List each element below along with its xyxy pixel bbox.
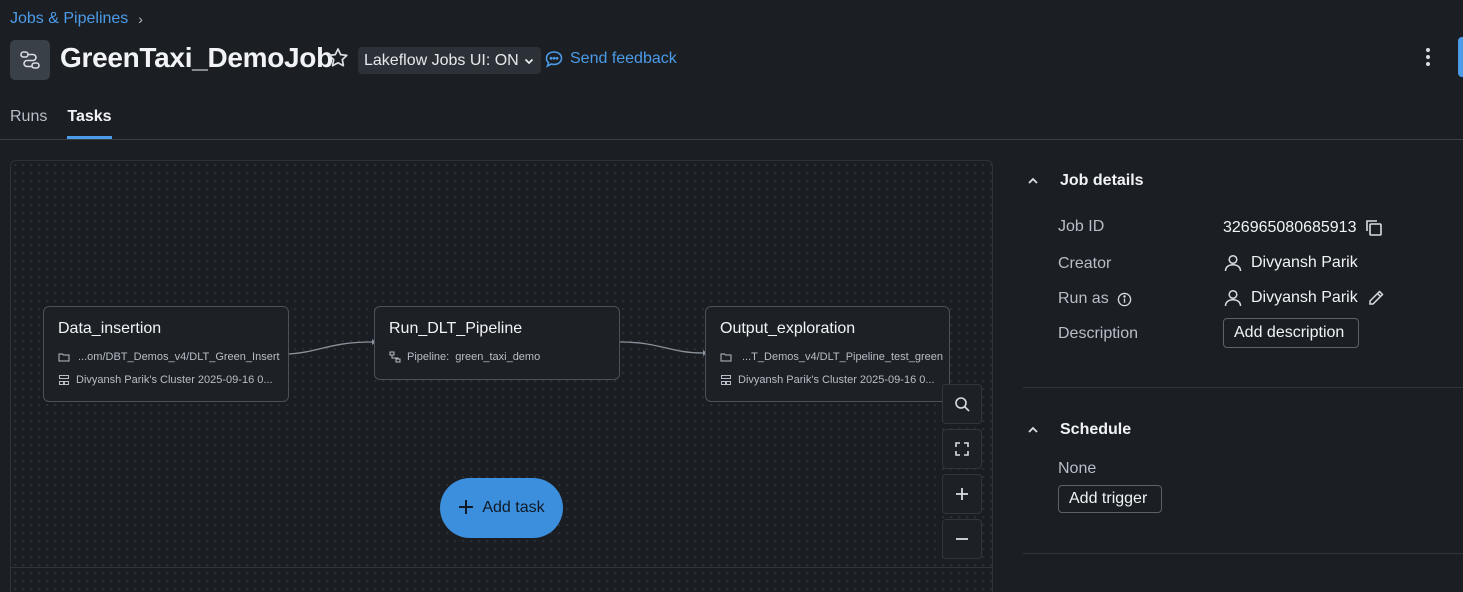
run-now-button-edge[interactable] <box>1458 37 1463 77</box>
folder-icon <box>720 351 732 363</box>
chevron-right-icon: › <box>138 11 143 27</box>
zoom-in-icon[interactable] <box>942 474 982 514</box>
run-as-value: Divyansh Parik <box>1251 289 1358 306</box>
task-path-row: ...om/DBT_Demos_v4/DLT_Green_Insert <box>58 351 280 363</box>
run-as-value-row: Divyansh Parik <box>1223 288 1386 308</box>
task-node-data-insertion[interactable]: Data_insertion ...om/DBT_Demos_v4/DLT_Gr… <box>43 306 289 402</box>
add-task-label: Add task <box>482 499 545 516</box>
tab-runs[interactable]: Runs <box>10 108 47 139</box>
creator-label: Creator <box>1058 255 1112 272</box>
task-name: Data_insertion <box>58 320 162 337</box>
more-options-icon[interactable] <box>1418 44 1438 70</box>
pipeline-name: green_taxi_demo <box>455 351 541 363</box>
task-path: ...T_Demos_v4/DLT_Pipeline_test_green <box>742 351 943 363</box>
chat-bubble-icon <box>545 51 563 68</box>
pencil-icon[interactable] <box>1366 288 1386 308</box>
page-title: GreenTaxi_DemoJob <box>60 42 333 73</box>
lakeflow-jobs-ui-dropdown[interactable]: Lakeflow Jobs UI: ON <box>358 47 541 74</box>
task-node-output-exploration[interactable]: Output_exploration ...T_Demos_v4/DLT_Pip… <box>705 306 950 402</box>
task-cluster-row: Divyansh Parik's Cluster 2025-09-16 0... <box>58 374 273 386</box>
task-cluster: Divyansh Parik's Cluster 2025-09-16 0... <box>76 374 273 386</box>
pipeline-label: Pipeline: <box>407 351 450 363</box>
run-as-label: Run as <box>1058 290 1109 307</box>
task-pipeline-row: Pipeline: green_taxi_demo <box>389 351 540 363</box>
send-feedback-link[interactable]: Send feedback <box>544 49 677 69</box>
schedule-section-header[interactable]: Schedule <box>1026 421 1131 439</box>
add-task-button[interactable]: Add task <box>440 478 563 538</box>
task-cluster: Divyansh Parik's Cluster 2025-09-16 0... <box>738 374 935 386</box>
breadcrumb: Jobs & Pipelines › <box>10 10 143 28</box>
job-id-value: 326965080685913 <box>1223 219 1357 236</box>
lakeflow-toggle-label: Lakeflow Jobs UI: ON <box>364 51 519 69</box>
tab-tasks[interactable]: Tasks <box>67 108 112 139</box>
tabs-divider <box>0 139 1463 140</box>
canvas-divider <box>10 567 993 568</box>
job-details-heading: Job details <box>1060 172 1144 189</box>
tab-bar: Runs Tasks <box>10 108 112 139</box>
user-icon <box>1224 289 1242 307</box>
creator-value: Divyansh Parik <box>1251 254 1358 271</box>
section-divider <box>1023 387 1463 388</box>
copy-icon[interactable] <box>1364 218 1384 238</box>
pipeline-icon <box>389 351 401 363</box>
fit-view-icon[interactable] <box>942 429 982 469</box>
task-cluster-row: Divyansh Parik's Cluster 2025-09-16 0... <box>720 374 935 386</box>
add-description-button[interactable]: Add description <box>1223 318 1359 348</box>
schedule-value: None <box>1058 460 1097 477</box>
search-icon[interactable] <box>942 384 982 424</box>
breadcrumb-jobs-pipelines-link[interactable]: Jobs & Pipelines <box>10 10 128 28</box>
job-id-label: Job ID <box>1058 218 1105 235</box>
task-name: Output_exploration <box>720 320 856 337</box>
job-details-section-header[interactable]: Job details <box>1026 172 1144 190</box>
task-name: Run_DLT_Pipeline <box>389 320 523 337</box>
add-trigger-button[interactable]: Add trigger <box>1058 485 1162 513</box>
job-icon <box>10 40 50 80</box>
star-icon[interactable] <box>326 46 350 70</box>
zoom-out-icon[interactable] <box>942 519 982 559</box>
info-icon[interactable] <box>1117 292 1132 307</box>
task-node-run-dlt-pipeline[interactable]: Run_DLT_Pipeline Pipeline: green_taxi_de… <box>374 306 620 380</box>
creator-value-row: Divyansh Parik <box>1223 253 1358 273</box>
send-feedback-label: Send feedback <box>570 50 677 67</box>
task-path: ...om/DBT_Demos_v4/DLT_Green_Insert <box>78 351 280 363</box>
task-path-row: ...T_Demos_v4/DLT_Pipeline_test_green <box>720 351 943 363</box>
chevron-down-icon <box>524 58 533 64</box>
plus-icon <box>458 497 474 519</box>
cluster-icon <box>58 374 70 386</box>
chevron-up-icon <box>1028 177 1038 184</box>
job-id-value-row: 326965080685913 <box>1223 218 1384 238</box>
description-label: Description <box>1058 325 1139 342</box>
section-divider <box>1023 553 1463 554</box>
run-as-label-row: Run as <box>1058 290 1132 308</box>
schedule-heading: Schedule <box>1060 421 1132 438</box>
user-icon <box>1224 254 1242 272</box>
chevron-up-icon <box>1028 426 1038 433</box>
cluster-icon <box>720 374 732 386</box>
folder-icon <box>58 351 70 363</box>
